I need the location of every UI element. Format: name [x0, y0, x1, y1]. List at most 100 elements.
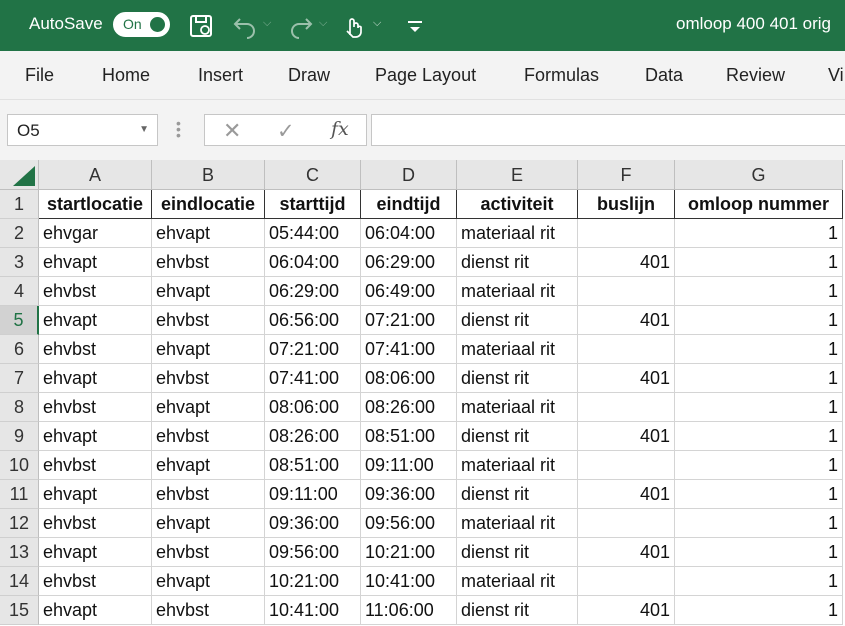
row-header-11[interactable]: 11 — [0, 480, 39, 509]
name-box-dropdown-icon[interactable]: ▼ — [139, 124, 149, 135]
table-cell[interactable] — [578, 509, 675, 538]
table-cell[interactable] — [578, 451, 675, 480]
table-cell[interactable]: dienst rit — [457, 364, 578, 393]
tab-home[interactable]: Home — [102, 65, 150, 86]
table-cell[interactable]: 08:26:00 — [265, 422, 361, 451]
table-header-cell[interactable]: buslijn — [578, 190, 675, 219]
customize-toolbar-icon[interactable] — [402, 13, 428, 39]
table-cell[interactable]: ehvapt — [39, 364, 152, 393]
column-header-d[interactable]: D — [361, 160, 457, 190]
table-cell[interactable]: 09:11:00 — [265, 480, 361, 509]
table-cell[interactable]: 06:04:00 — [361, 219, 457, 248]
table-cell[interactable]: 401 — [578, 480, 675, 509]
table-cell[interactable]: 1 — [675, 364, 843, 393]
table-cell[interactable]: ehvbst — [39, 277, 152, 306]
table-header-cell[interactable]: eindlocatie — [152, 190, 265, 219]
enter-icon[interactable]: ✓ — [277, 119, 295, 144]
touch-mode-icon[interactable] — [340, 13, 366, 39]
row-header-3[interactable]: 3 — [0, 248, 39, 277]
table-cell[interactable]: 10:21:00 — [361, 538, 457, 567]
table-cell[interactable]: 1 — [675, 335, 843, 364]
table-cell[interactable]: ehvbst — [152, 364, 265, 393]
table-header-cell[interactable]: activiteit — [457, 190, 578, 219]
table-cell[interactable]: 401 — [578, 422, 675, 451]
table-cell[interactable]: 08:26:00 — [361, 393, 457, 422]
function-icon[interactable]: fx — [331, 118, 349, 140]
table-cell[interactable]: ehvapt — [152, 567, 265, 596]
table-cell[interactable]: 1 — [675, 422, 843, 451]
table-cell[interactable]: ehvapt — [39, 422, 152, 451]
table-cell[interactable]: ehvbst — [39, 509, 152, 538]
table-cell[interactable] — [578, 335, 675, 364]
tab-data[interactable]: Data — [645, 65, 683, 86]
table-cell[interactable]: 1 — [675, 219, 843, 248]
table-cell[interactable]: 06:04:00 — [265, 248, 361, 277]
table-cell[interactable]: ehvapt — [152, 277, 265, 306]
table-cell[interactable]: ehvgar — [39, 219, 152, 248]
table-cell[interactable]: 1 — [675, 306, 843, 335]
table-cell[interactable]: ehvbst — [152, 422, 265, 451]
table-cell[interactable]: 1 — [675, 480, 843, 509]
table-header-cell[interactable]: eindtijd — [361, 190, 457, 219]
table-cell[interactable]: 401 — [578, 364, 675, 393]
table-cell[interactable]: ehvapt — [39, 306, 152, 335]
table-cell[interactable]: 05:44:00 — [265, 219, 361, 248]
table-cell[interactable]: 401 — [578, 596, 675, 625]
table-header-cell[interactable]: omloop nummer — [675, 190, 843, 219]
table-cell[interactable]: dienst rit — [457, 248, 578, 277]
name-box[interactable]: O5 ▼ — [7, 114, 158, 146]
table-cell[interactable]: 11:06:00 — [361, 596, 457, 625]
table-cell[interactable]: ehvapt — [39, 596, 152, 625]
table-cell[interactable]: 08:51:00 — [361, 422, 457, 451]
table-cell[interactable]: ehvapt — [152, 451, 265, 480]
table-cell[interactable]: 07:21:00 — [265, 335, 361, 364]
table-cell[interactable]: 06:49:00 — [361, 277, 457, 306]
tab-page-layout[interactable]: Page Layout — [375, 65, 476, 86]
save-icon[interactable] — [188, 13, 214, 39]
table-cell[interactable]: materiaal rit — [457, 567, 578, 596]
table-cell[interactable]: 1 — [675, 248, 843, 277]
column-header-a[interactable]: A — [39, 160, 152, 190]
table-cell[interactable]: dienst rit — [457, 306, 578, 335]
select-all-icon[interactable] — [0, 160, 39, 190]
redo-icon[interactable] — [288, 13, 314, 39]
table-cell[interactable]: materiaal rit — [457, 393, 578, 422]
table-cell[interactable]: 10:41:00 — [361, 567, 457, 596]
row-header-13[interactable]: 13 — [0, 538, 39, 567]
table-cell[interactable]: 09:56:00 — [265, 538, 361, 567]
row-header-7[interactable]: 7 — [0, 364, 39, 393]
table-cell[interactable]: 06:29:00 — [265, 277, 361, 306]
table-header-cell[interactable]: startlocatie — [39, 190, 152, 219]
resize-handle-icon[interactable]: • • • — [176, 116, 181, 142]
column-header-f[interactable]: F — [578, 160, 675, 190]
table-cell[interactable]: 08:06:00 — [265, 393, 361, 422]
table-cell[interactable]: 07:41:00 — [361, 335, 457, 364]
row-header-8[interactable]: 8 — [0, 393, 39, 422]
table-cell[interactable]: 1 — [675, 277, 843, 306]
table-cell[interactable]: 1 — [675, 538, 843, 567]
table-cell[interactable]: ehvbst — [152, 248, 265, 277]
table-cell[interactable]: materiaal rit — [457, 509, 578, 538]
table-cell[interactable]: dienst rit — [457, 538, 578, 567]
table-cell[interactable]: ehvbst — [152, 596, 265, 625]
table-cell[interactable] — [578, 393, 675, 422]
table-cell[interactable]: ehvbst — [152, 306, 265, 335]
table-cell[interactable] — [578, 277, 675, 306]
formula-input[interactable] — [371, 114, 845, 146]
table-cell[interactable]: 07:21:00 — [361, 306, 457, 335]
table-cell[interactable]: ehvbst — [152, 480, 265, 509]
table-cell[interactable]: materiaal rit — [457, 219, 578, 248]
row-header-9[interactable]: 9 — [0, 422, 39, 451]
table-cell[interactable]: ehvapt — [39, 248, 152, 277]
table-cell[interactable]: ehvbst — [39, 335, 152, 364]
table-cell[interactable]: 10:21:00 — [265, 567, 361, 596]
table-cell[interactable]: 1 — [675, 451, 843, 480]
table-header-cell[interactable]: starttijd — [265, 190, 361, 219]
table-cell[interactable]: ehvbst — [39, 451, 152, 480]
autosave-toggle[interactable]: On — [113, 12, 170, 37]
row-header-6[interactable]: 6 — [0, 335, 39, 364]
table-cell[interactable]: 1 — [675, 509, 843, 538]
table-cell[interactable]: 1 — [675, 567, 843, 596]
tab-file[interactable]: File — [25, 65, 54, 86]
table-cell[interactable]: 09:56:00 — [361, 509, 457, 538]
